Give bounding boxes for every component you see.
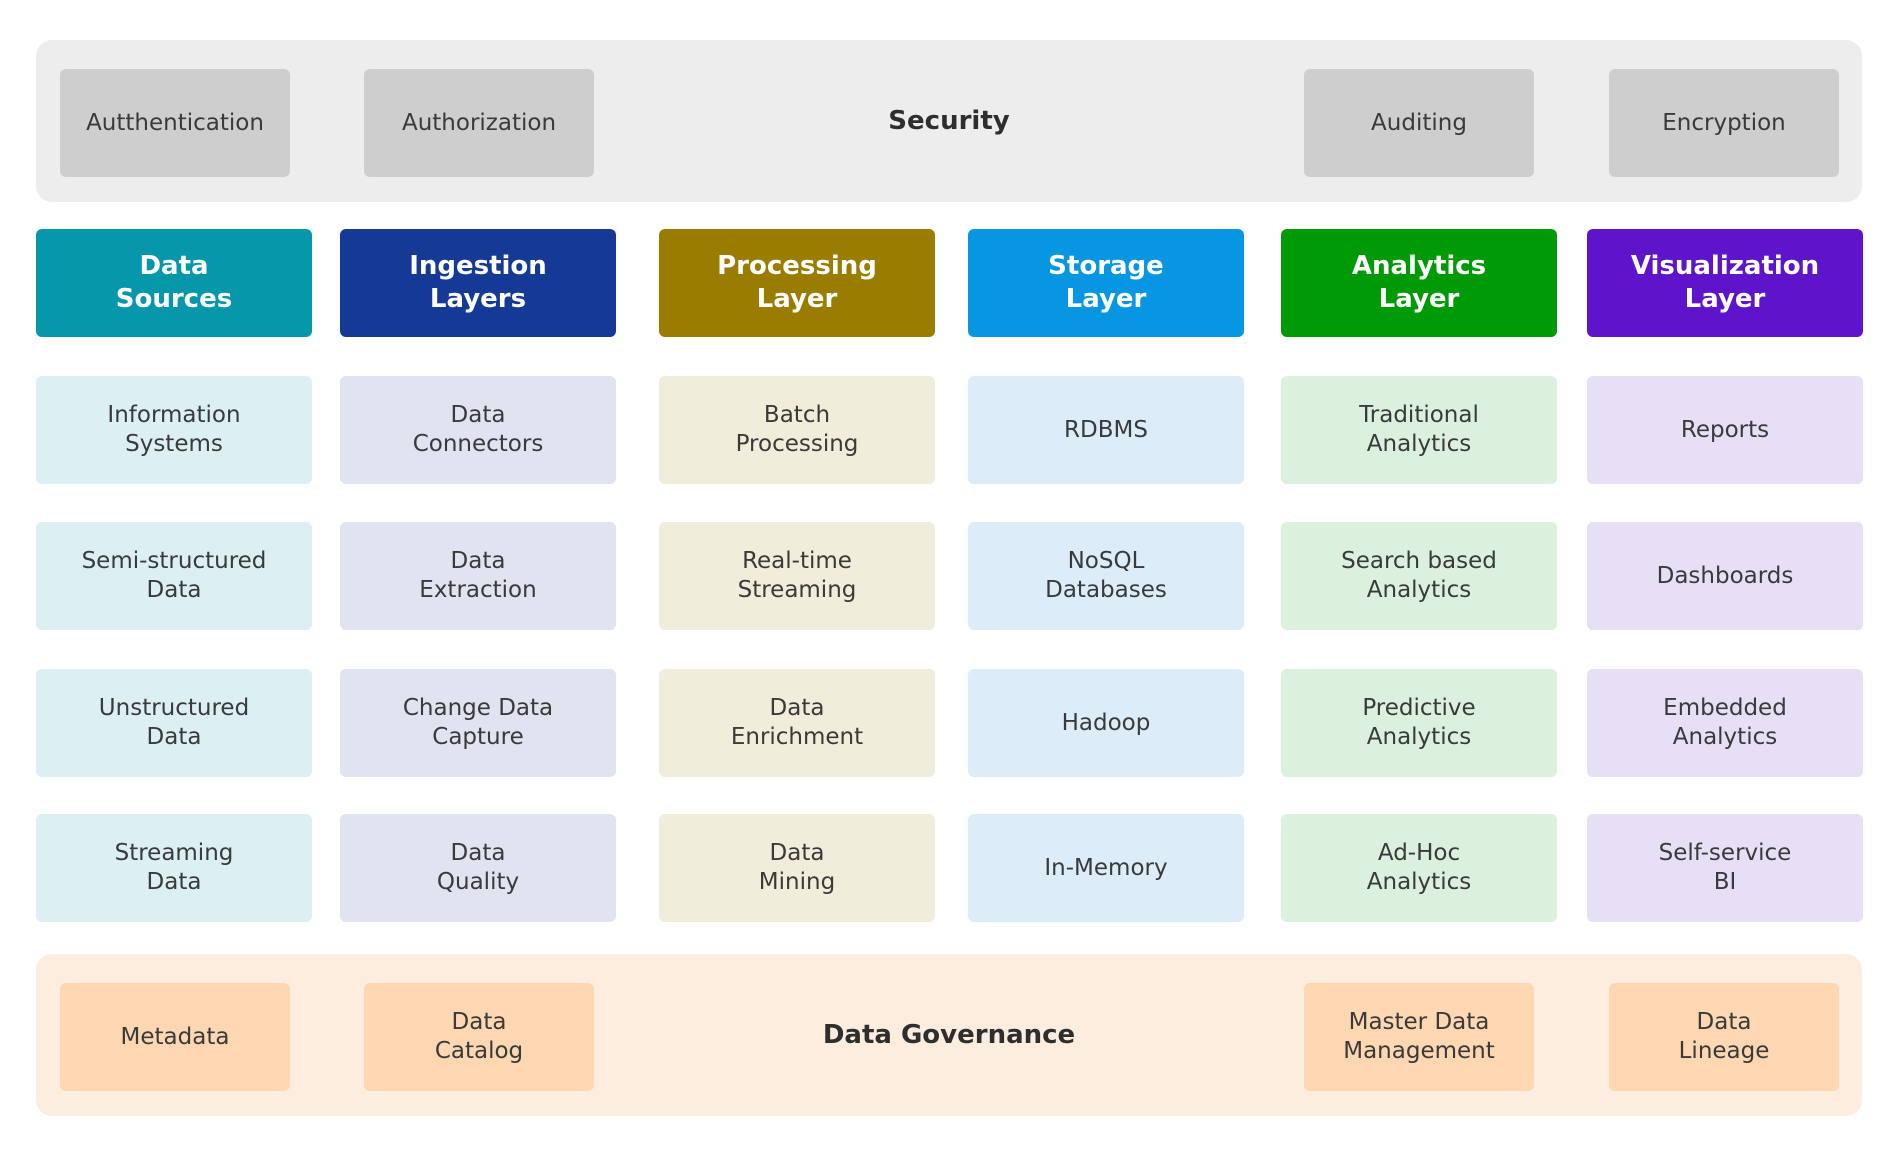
data-sources-item: Semi-structured Data [36,522,312,630]
storage-item: Hadoop [968,669,1244,777]
governance-title: Data Governance [822,1020,1076,1050]
governance-item-data-lineage: Data Lineage [1609,983,1839,1091]
security-item-authentication: Autthentication [60,69,290,177]
column-header-storage: Storage Layer [968,229,1244,337]
analytics-item: Ad-Hoc Analytics [1281,814,1557,922]
security-title: Security [888,106,1010,136]
visualization-item: Dashboards [1587,522,1863,630]
data-sources-item: Unstructured Data [36,669,312,777]
column-header-processing: Processing Layer [659,229,935,337]
governance-band: Metadata Data Catalog Data Governance Ma… [36,954,1862,1116]
analytics-item: Search based Analytics [1281,522,1557,630]
processing-item: Data Mining [659,814,935,922]
ingestion-item: Data Quality [340,814,616,922]
visualization-item: Self-service BI [1587,814,1863,922]
storage-item: In-Memory [968,814,1244,922]
analytics-item: Predictive Analytics [1281,669,1557,777]
governance-item-metadata: Metadata [60,983,290,1091]
processing-item: Batch Processing [659,376,935,484]
column-header-data-sources: Data Sources [36,229,312,337]
ingestion-item: Data Connectors [340,376,616,484]
security-item-auditing: Auditing [1304,69,1534,177]
visualization-item: Embedded Analytics [1587,669,1863,777]
column-header-ingestion: Ingestion Layers [340,229,616,337]
security-band: Autthentication Authorization Security A… [36,40,1862,202]
storage-item: NoSQL Databases [968,522,1244,630]
governance-item-master-data-management: Master Data Management [1304,983,1534,1091]
analytics-item: Traditional Analytics [1281,376,1557,484]
governance-item-data-catalog: Data Catalog [364,983,594,1091]
storage-item: RDBMS [968,376,1244,484]
visualization-item: Reports [1587,376,1863,484]
processing-item: Real-time Streaming [659,522,935,630]
security-item-encryption: Encryption [1609,69,1839,177]
column-header-analytics: Analytics Layer [1281,229,1557,337]
ingestion-item: Data Extraction [340,522,616,630]
processing-item: Data Enrichment [659,669,935,777]
data-sources-item: Streaming Data [36,814,312,922]
column-header-visualization: Visualization Layer [1587,229,1863,337]
security-item-authorization: Authorization [364,69,594,177]
ingestion-item: Change Data Capture [340,669,616,777]
data-sources-item: Information Systems [36,376,312,484]
